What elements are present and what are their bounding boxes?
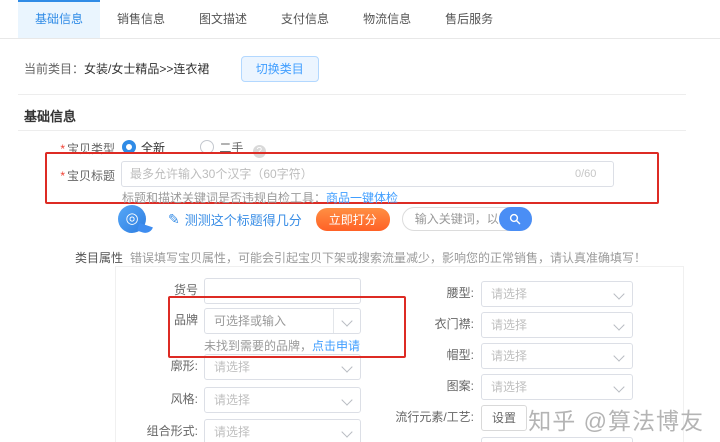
set-elements-button[interactable]: 设置 — [481, 405, 527, 431]
divider — [18, 94, 686, 95]
silhouette-select-value: 请选择 — [214, 360, 250, 374]
tab-description[interactable]: 图文描述 — [182, 0, 264, 38]
keyword-search-input[interactable] — [413, 211, 503, 227]
style-select[interactable]: 请选择 — [204, 387, 361, 413]
radio-new[interactable]: 全新 — [122, 141, 165, 155]
brand-hint-row: 未找到需要的品牌，点击申请 — [204, 337, 360, 354]
keyword-search-button[interactable] — [499, 207, 532, 231]
item-type-options: 全新 二手 ? — [122, 139, 266, 158]
pencil-icon: ✎ — [168, 211, 180, 228]
waist-select[interactable]: 请选择 — [481, 281, 633, 307]
chevron-down-icon — [613, 350, 624, 361]
item-type-label-wrap: *宝贝类型 — [0, 140, 115, 157]
help-icon[interactable]: ? — [253, 145, 266, 158]
chevron-down-icon — [613, 319, 624, 330]
partial-next-field-select[interactable] — [481, 437, 633, 442]
field-label-hat-type: 帽型: — [364, 342, 474, 368]
hat-type-select-value: 请选择 — [491, 349, 527, 363]
field-label-brand: 品牌 — [116, 307, 198, 333]
keyword-search-box — [402, 207, 532, 231]
score-now-button[interactable]: 立即打分 — [316, 208, 390, 231]
score-badge-icon: ◎ — [118, 205, 146, 233]
waist-select-value: 请选择 — [491, 287, 527, 301]
required-mark: * — [60, 142, 65, 156]
field-label-combination: 组合形式: — [116, 418, 198, 442]
current-category-row: 当前类目：女装/女士精品>>连衣裙 切换类目 — [24, 56, 319, 82]
silhouette-select[interactable]: 请选择 — [204, 354, 361, 380]
placket-select-value: 请选择 — [491, 318, 527, 332]
score-title-text: 测测这个标题得几分 — [185, 210, 302, 229]
field-label-elements-craft: 流行元素/工艺: — [364, 404, 474, 430]
item-title-label: 宝贝标题 — [67, 169, 115, 183]
category-attrs-label: 类目属性 — [0, 249, 123, 266]
item-title-label-wrap: *宝贝标题 — [0, 167, 115, 184]
chevron-down-icon — [341, 315, 352, 326]
tab-payment-info[interactable]: 支付信息 — [264, 0, 346, 38]
divider — [18, 130, 686, 131]
title-score-toolbar: ◎ ✎ 测测这个标题得几分 立即打分 — [118, 203, 532, 235]
search-icon — [509, 213, 521, 225]
select-divider — [333, 309, 334, 333]
hat-type-select[interactable]: 请选择 — [481, 343, 633, 369]
watermark-text: 知乎 @算法博友 — [528, 402, 704, 436]
chevron-down-icon — [613, 381, 624, 392]
target-icon: ◎ — [125, 210, 138, 227]
tab-after-sales[interactable]: 售后服务 — [428, 0, 510, 38]
item-number-input[interactable] — [204, 278, 361, 304]
radio-selected-icon — [122, 140, 136, 154]
radio-new-label: 全新 — [141, 141, 165, 155]
radio-used[interactable]: 二手 — [200, 141, 243, 155]
field-label-silhouette: 廓形: — [116, 353, 198, 379]
switch-category-button[interactable]: 切换类目 — [241, 56, 319, 82]
chevron-down-icon — [613, 288, 624, 299]
section-title-basic: 基础信息 — [24, 106, 76, 125]
badge-tail-shape — [137, 223, 153, 235]
current-category-value: 女装/女士精品>>连衣裙 — [84, 62, 209, 76]
chevron-down-icon — [341, 426, 352, 437]
current-category-label: 当前类目： — [24, 62, 84, 76]
brand-apply-link[interactable]: 点击申请 — [312, 339, 360, 353]
placket-select[interactable]: 请选择 — [481, 312, 633, 338]
tab-basic-info[interactable]: 基础信息 — [18, 0, 100, 38]
tab-bar: 基础信息 销售信息 图文描述 支付信息 物流信息 售后服务 — [0, 0, 720, 39]
tab-logistics-info[interactable]: 物流信息 — [346, 0, 428, 38]
char-counter: 0/60 — [575, 168, 596, 180]
brand-select-value: 可选择或输入 — [214, 314, 286, 328]
category-attrs-warning: 错误填写宝贝属性，可能会引起宝贝下架或搜索流量减少，影响您的正常销售，请认真准确… — [130, 249, 646, 266]
field-label-placket: 衣门襟: — [364, 311, 474, 337]
brand-hint-text: 未找到需要的品牌， — [204, 339, 312, 353]
required-mark: * — [60, 169, 65, 183]
combination-select-value: 请选择 — [214, 425, 250, 439]
brand-select[interactable]: 可选择或输入 — [204, 308, 361, 334]
item-title-input[interactable] — [121, 161, 614, 187]
field-label-pattern: 图案: — [364, 373, 474, 399]
pattern-select-value: 请选择 — [491, 380, 527, 394]
field-label-style: 风格: — [116, 386, 198, 412]
field-label-item-number: 货号 — [116, 277, 198, 303]
radio-used-label: 二手 — [219, 141, 243, 155]
radio-unselected-icon — [200, 140, 214, 154]
style-select-value: 请选择 — [214, 393, 250, 407]
combination-select[interactable]: 请选择 — [204, 419, 361, 442]
product-edit-page: 基础信息 销售信息 图文描述 支付信息 物流信息 售后服务 当前类目：女装/女士… — [0, 0, 720, 442]
pattern-select[interactable]: 请选择 — [481, 374, 633, 400]
chevron-down-icon — [341, 361, 352, 372]
field-label-waist: 腰型: — [364, 280, 474, 306]
tab-sales-info[interactable]: 销售信息 — [100, 0, 182, 38]
chevron-down-icon — [341, 394, 352, 405]
item-type-label: 宝贝类型 — [67, 142, 115, 156]
